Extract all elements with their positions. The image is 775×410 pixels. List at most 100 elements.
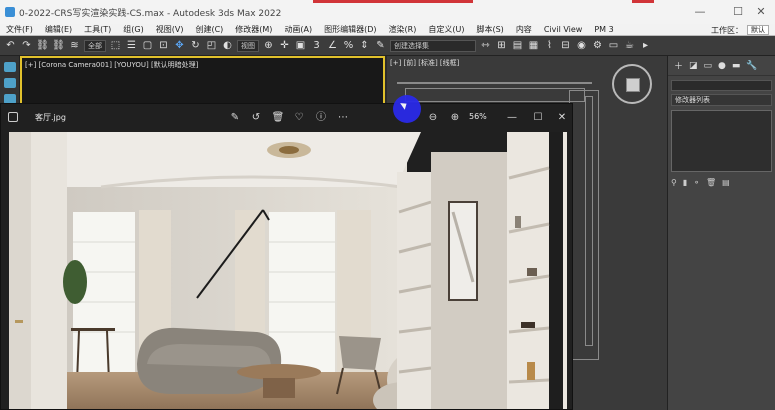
rendered-frame-window-icon[interactable]: ▭ — [607, 39, 620, 52]
select-manipulate-icon[interactable]: ✛ — [278, 39, 291, 52]
remove-modifier-icon[interactable]: 🗑 — [706, 178, 716, 187]
app-logo-icon — [5, 7, 15, 17]
main-toolbar: ↶ ↷ ⛓ ⛓ ≋ 全部 ⬚ ☰ ▢ ⊡ ✥ ↻ ◰ ◐ 视图 ⊕ ✛ ▣ 3 … — [0, 36, 775, 56]
menu-file[interactable]: 文件(F) — [6, 24, 33, 35]
more-options-icon[interactable]: ⋯ — [335, 110, 351, 126]
utilities-tab-icon[interactable]: 🔧 — [746, 61, 757, 71]
menu-rendering[interactable]: 渲染(R) — [389, 24, 417, 35]
command-panel-tabs: ＋ ◪ ▭ ● ▬ 🔧 — [668, 56, 775, 76]
redo-icon[interactable]: ↷ — [20, 39, 33, 52]
title-bar: 0-2022-CRS写实渲染实践-CS.max - Autodesk 3ds M… — [0, 0, 775, 24]
select-by-name-icon[interactable]: ☰ — [125, 39, 138, 52]
menu-content[interactable]: 内容 — [516, 24, 532, 35]
unlink-icon[interactable]: ⛓ — [52, 39, 65, 52]
modifier-stack[interactable] — [671, 110, 772, 172]
undo-icon[interactable]: ↶ — [4, 39, 17, 52]
viewport-layout-icon[interactable] — [3, 62, 16, 72]
photo-minimize-button[interactable]: — — [504, 110, 520, 126]
edit-image-icon[interactable]: ✎ — [227, 110, 243, 126]
stack-buttons: ⚲ ▮ ⚬ 🗑 ▤ — [671, 178, 772, 187]
favorite-heart-icon[interactable]: ♡ — [291, 110, 307, 126]
modify-tab-icon[interactable]: ◪ — [689, 61, 698, 71]
show-end-result-icon[interactable]: ▮ — [683, 178, 687, 187]
menu-modifiers[interactable]: 修改器(M) — [235, 24, 272, 35]
photo-maximize-button[interactable]: ☐ — [530, 110, 546, 126]
menu-tools[interactable]: 工具(T) — [84, 24, 111, 35]
keyboard-shortcut-icon[interactable]: ▣ — [294, 39, 307, 52]
menu-civil-view[interactable]: Civil View — [544, 25, 583, 34]
edit-named-selection-icon[interactable]: ✎ — [374, 39, 387, 52]
viewcube-face[interactable] — [626, 78, 640, 92]
menu-graph-editors[interactable]: 图形编辑器(D) — [324, 24, 376, 35]
display-tab-icon[interactable]: ▬ — [732, 61, 741, 71]
material-editor-icon[interactable]: ◉ — [575, 39, 588, 52]
zoom-level[interactable]: 56% — [469, 112, 487, 121]
menu-animation[interactable]: 动画(A) — [284, 24, 312, 35]
bind-space-warp-icon[interactable]: ≋ — [68, 39, 81, 52]
menu-customize[interactable]: 自定义(U) — [428, 24, 464, 35]
menu-bar: 文件(F) 编辑(E) 工具(T) 组(G) 视图(V) 创建(C) 修改器(M… — [0, 24, 775, 36]
more-tools-icon[interactable]: ▸ — [639, 39, 652, 52]
zoom-in-icon[interactable]: ⊕ — [447, 110, 463, 126]
hierarchy-tab-icon[interactable]: ▭ — [704, 61, 713, 71]
zoom-out-icon[interactable]: ⊖ — [425, 110, 441, 126]
menu-scripting[interactable]: 脚本(S) — [476, 24, 503, 35]
menu-create[interactable]: 创建(C) — [195, 24, 223, 35]
pivot-center-icon[interactable]: ⊕ — [262, 39, 275, 52]
rect-selection-icon[interactable]: ▢ — [141, 39, 154, 52]
camera-viewport-label[interactable]: [+] [Corona Camera001] [YOUYOU] [默认明暗处理] — [25, 60, 198, 70]
front-viewport-label[interactable]: [+] [前] [标准] [线框] — [390, 58, 459, 68]
link-icon[interactable]: ⛓ — [36, 39, 49, 52]
select-rotate-icon[interactable]: ↻ — [189, 39, 202, 52]
angle-snap-icon[interactable]: ∠ — [326, 39, 339, 52]
camera-viewport[interactable]: [+] [Corona Camera001] [YOUYOU] [默认明暗处理] — [20, 56, 385, 106]
snaps-toggle-icon[interactable]: 3 — [310, 39, 323, 52]
minimize-button[interactable]: — — [685, 0, 715, 24]
photo-close-button[interactable]: ✕ — [554, 110, 570, 126]
close-button[interactable]: ✕ — [746, 0, 775, 24]
pin-stack-icon[interactable]: ⚲ — [671, 178, 677, 187]
rotate-icon[interactable]: ↺ — [248, 110, 264, 126]
workspace-label: 工作区： — [711, 25, 743, 35]
menu-pm3[interactable]: PM 3 — [594, 25, 613, 34]
select-object-icon[interactable]: ⬚ — [109, 39, 122, 52]
info-icon[interactable]: ⓘ — [313, 110, 329, 126]
mouse-cursor-highlight — [393, 95, 421, 123]
configure-sets-icon[interactable]: ▤ — [722, 178, 730, 187]
menu-group[interactable]: 组(G) — [123, 24, 143, 35]
reference-coord-select[interactable]: 视图 — [237, 39, 259, 52]
command-panel: ＋ ◪ ▭ ● ▬ 🔧 修改器列表 ⚲ ▮ ⚬ 🗑 ▤ — [667, 56, 775, 410]
motion-tab-icon[interactable]: ● — [718, 61, 726, 71]
selection-filter-select[interactable]: 全部 — [84, 39, 106, 52]
percent-snap-icon[interactable]: % — [342, 39, 355, 52]
recording-indicator — [313, 0, 473, 3]
menu-edit[interactable]: 编辑(E) — [45, 24, 72, 35]
make-unique-icon[interactable]: ⚬ — [693, 178, 700, 187]
select-scale-icon[interactable]: ◰ — [205, 39, 218, 52]
curve-editor-icon[interactable]: ⌇ — [543, 39, 556, 52]
object-name-field[interactable] — [671, 80, 772, 91]
photo-viewer-window: 客厅.jpg ✎ ↺ 🗑 ♡ ⓘ ⋯ ⊖ ⊕ 56% — ☐ ✕ — [0, 103, 573, 410]
viewport-layout-icon-2[interactable] — [3, 78, 16, 88]
create-tab-icon[interactable]: ＋ — [674, 59, 683, 72]
window-crossing-icon[interactable]: ⊡ — [157, 39, 170, 52]
mirror-icon[interactable]: ⇿ — [479, 39, 492, 52]
workspace-select[interactable]: 默认 — [747, 25, 769, 35]
select-move-icon[interactable]: ✥ — [173, 39, 186, 52]
modifier-list-select[interactable]: 修改器列表 — [671, 94, 772, 106]
named-selection-set-select[interactable]: 创建选择集 — [390, 39, 476, 52]
layer-explorer-icon[interactable]: ▦ — [527, 39, 540, 52]
select-place-icon[interactable]: ◐ — [221, 39, 234, 52]
menu-view[interactable]: 视图(V) — [156, 24, 184, 35]
recording-indicator-2 — [632, 0, 654, 3]
viewcube[interactable] — [612, 64, 652, 104]
align-icon[interactable]: ⊞ — [495, 39, 508, 52]
render-setup-icon[interactable]: ⚙ — [591, 39, 604, 52]
delete-icon[interactable]: 🗑 — [270, 110, 286, 126]
photo-viewer-toolbar: 客厅.jpg ✎ ↺ 🗑 ♡ ⓘ ⋯ ⊖ ⊕ 56% — ☐ ✕ — [1, 104, 572, 132]
schematic-view-icon[interactable]: ⊟ — [559, 39, 572, 52]
scene-explorer-icon[interactable]: ▤ — [511, 39, 524, 52]
render-production-icon[interactable]: ☕ — [623, 39, 636, 52]
window-title: 0-2022-CRS写实渲染实践-CS.max - Autodesk 3ds M… — [19, 8, 282, 19]
spinner-snap-icon[interactable]: ⇕ — [358, 39, 371, 52]
